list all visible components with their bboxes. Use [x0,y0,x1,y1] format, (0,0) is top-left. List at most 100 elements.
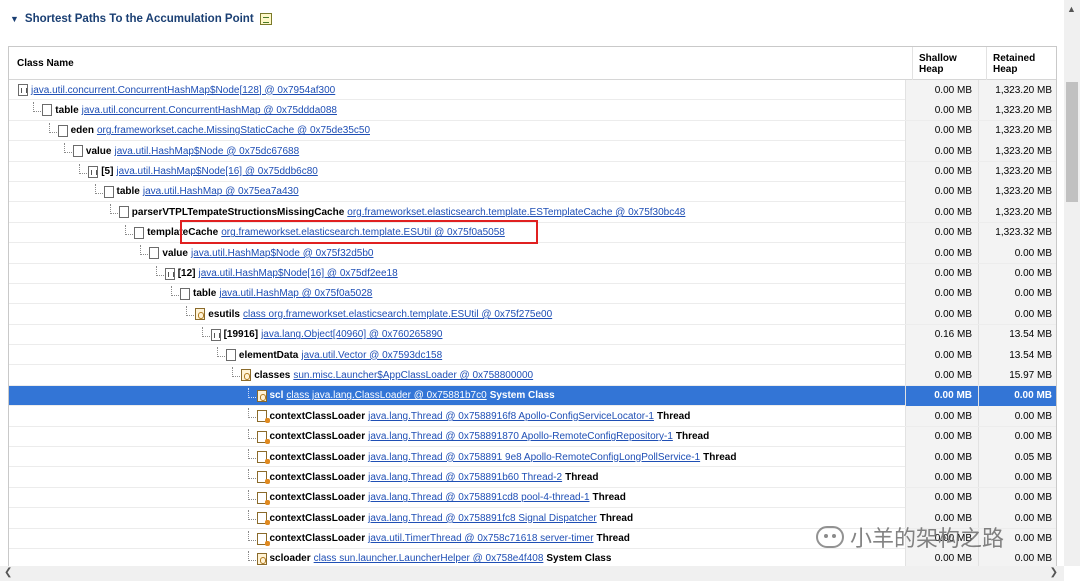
object-link[interactable]: class java.lang.ClassLoader @ 0x75881b7c… [286,390,486,401]
object-link[interactable]: java.util.Vector @ 0x7593dc158 [301,350,442,361]
scroll-right-icon[interactable]: ❯ [1050,567,1058,578]
scrollbar-thumb[interactable] [1066,82,1078,202]
scroll-left-icon[interactable]: ❮ [4,567,12,578]
class-name-cell: contextClassLoader java.lang.Thread @ 0x7… [9,508,905,528]
table-row[interactable]: [19916] java.lang.Object[40960] @ 0x76026… [9,324,1056,346]
field-name: value [85,145,112,157]
shallow-heap-cell: 0.00 MB [905,304,978,325]
object-link[interactable]: java.util.HashMap @ 0x75f0a5028 [219,288,372,299]
table-row[interactable]: scl class java.lang.ClassLoader @ 0x75881… [9,385,1056,407]
object-link[interactable]: java.util.HashMap$Node @ 0x75f32d5b0 [191,248,374,259]
tree-connector [216,347,225,358]
spreadsheet-icon[interactable] [259,13,272,25]
object-link[interactable]: java.util.HashMap$Node @ 0x75dc67688 [114,146,299,157]
table-row[interactable]: contextClassLoader java.lang.Thread @ 0x7… [9,426,1056,448]
table-row[interactable]: contextClassLoader java.lang.Thread @ 0x7… [9,487,1056,509]
object-link[interactable]: java.util.HashMap$Node[16] @ 0x75df2ee18 [198,268,397,279]
table-row[interactable]: esutils class org.frameworkset.elasticsea… [9,304,1056,325]
field-name: table [193,288,217,300]
object-link[interactable]: class sun.launcher.LauncherHelper @ 0x75… [314,553,544,564]
table-row[interactable]: value java.util.HashMap$Node @ 0x75f32d5b… [9,243,1056,264]
retained-heap-cell: 1,323.32 MB [978,222,1056,243]
object-link[interactable]: java.lang.Object[40960] @ 0x760265890 [261,329,442,340]
retained-heap-cell: 1,323.20 MB [978,120,1056,141]
object-link[interactable]: java.util.concurrent.ConcurrentHashMap$N… [31,85,335,96]
gc-root-type: Thread [596,533,630,545]
table-row[interactable]: [5] java.util.HashMap$Node[16] @ 0x75ddb6… [9,161,1056,182]
retained-heap-cell: 1,323.20 MB [978,100,1056,121]
vertical-scrollbar[interactable]: ▲ [1064,0,1080,566]
thread-object-icon [256,430,270,444]
class-name-cell: elementData java.util.Vector @ 0x7593dc15… [9,345,905,365]
tree-connector [155,265,164,276]
triangle-down-icon[interactable]: ▼ [10,14,19,24]
table-row[interactable]: table java.util.concurrent.ConcurrentHash… [9,100,1056,121]
table-row[interactable]: eden org.frameworkset.cache.MissingStatic… [9,120,1056,142]
object-link[interactable]: java.util.HashMap$Node[16] @ 0x75ddb6c80 [116,166,317,177]
table-row[interactable]: java.util.concurrent.ConcurrentHashMap$N… [9,80,1056,101]
retained-heap-cell: 0.00 MB [978,263,1056,284]
object-link[interactable]: java.lang.Thread @ 0x758891 9e8 Apollo-R… [368,452,700,463]
table-row[interactable]: table java.util.HashMap @ 0x75ea7a430 0.00… [9,181,1056,203]
object-link[interactable]: java.util.TimerThread @ 0x758c71618 serv… [368,533,593,544]
scroll-up-icon[interactable]: ▲ [1067,4,1076,14]
table-row[interactable]: parserVTPLTempateStructionsMissingCache o… [9,202,1056,223]
tree-connector [247,510,256,521]
class-object-icon [256,552,267,565]
object-link[interactable]: org.frameworkset.elasticsearch.template.… [347,207,685,218]
field-name: [5] [101,166,114,178]
tree-connector [247,428,256,439]
table-row[interactable]: elementData java.util.Vector @ 0x7593dc15… [9,345,1056,366]
column-header-shallow-heap[interactable]: Shallow Heap [912,47,982,80]
field-name: contextClassLoader [269,410,366,422]
shallow-heap-cell: 0.00 MB [905,141,978,162]
object-icon [103,185,114,198]
object-link[interactable]: sun.misc.Launcher$AppClassLoader @ 0x758… [293,370,533,381]
column-header-retained-heap[interactable]: Retained Heap [986,47,1056,80]
column-header-class-name[interactable]: Class Name [17,47,74,80]
shallow-heap-cell: 0.00 MB [905,283,978,304]
thread-object-icon [256,451,270,465]
object-link[interactable]: java.util.HashMap @ 0x75ea7a430 [143,186,299,197]
object-link[interactable]: java.util.concurrent.ConcurrentHashMap @… [82,105,337,116]
retained-heap-cell: 0.00 MB [978,487,1056,508]
table-row[interactable]: contextClassLoader java.lang.Thread @ 0x7… [9,467,1056,488]
tree-connector [63,143,72,154]
object-link[interactable]: org.frameworkset.cache.MissingStaticCach… [97,125,370,136]
object-link[interactable]: java.lang.Thread @ 0x758891cd8 pool-4-th… [368,492,589,503]
table-row[interactable]: value java.util.HashMap$Node @ 0x75dc6768… [9,141,1056,162]
object-link[interactable]: java.lang.Thread @ 0x758891fc8 Signal Di… [368,513,597,524]
class-name-cell: value java.util.HashMap$Node @ 0x75dc6768… [9,141,905,161]
table-row[interactable]: contextClassLoader java.lang.Thread @ 0x7… [9,447,1056,468]
object-link[interactable]: org.frameworkset.elasticsearch.template.… [221,227,505,238]
tree-connector [247,408,256,419]
table-row[interactable]: [12] java.util.HashMap$Node[16] @ 0x75df2… [9,263,1056,284]
table-row[interactable]: classes sun.misc.Launcher$AppClassLoader … [9,365,1056,386]
object-link[interactable]: java.lang.Thread @ 0x758891870 Apollo-Re… [368,431,673,442]
field-name: eden [70,125,94,137]
retained-heap-cell: 1,323.20 MB [978,141,1056,162]
tree-connector [171,285,179,296]
class-name-cell: contextClassLoader java.util.TimerThread … [9,529,905,549]
gc-root-type: Thread [703,451,737,463]
class-name-cell: templateCache org.frameworkset.elasticsea… [9,223,905,243]
field-name: contextClassLoader [269,512,366,524]
field-name: elementData [238,349,299,361]
field-name: contextClassLoader [269,431,366,443]
shallow-heap-cell: 0.00 MB [905,426,978,447]
table-row[interactable]: table java.util.HashMap @ 0x75f0a5028 0.00… [9,283,1056,305]
object-link[interactable]: class org.frameworkset.elasticsearch.tem… [243,309,552,320]
table-row[interactable]: templateCache org.frameworkset.elasticsea… [9,222,1056,244]
section-header[interactable]: ▼ Shortest Paths To the Accumulation Poi… [10,13,272,25]
horizontal-scrollbar[interactable]: ❮ ❯ [0,566,1064,581]
object-link[interactable]: java.lang.Thread @ 0x7588916f8 Apollo-Co… [368,411,654,422]
shallow-heap-cell: 0.00 MB [905,467,978,488]
shallow-heap-cell: 0.00 MB [905,406,978,427]
class-name-cell: [12] java.util.HashMap$Node[16] @ 0x75df2… [9,264,905,284]
tree-connector [94,183,103,194]
gc-root-type: Thread [599,512,634,524]
table-row[interactable]: contextClassLoader java.lang.Thread @ 0x7… [9,406,1056,427]
tree-connector [79,163,88,174]
object-link[interactable]: java.lang.Thread @ 0x758891b60 Thread-2 [368,472,562,483]
retained-heap-cell: 1,323.20 MB [978,161,1056,182]
